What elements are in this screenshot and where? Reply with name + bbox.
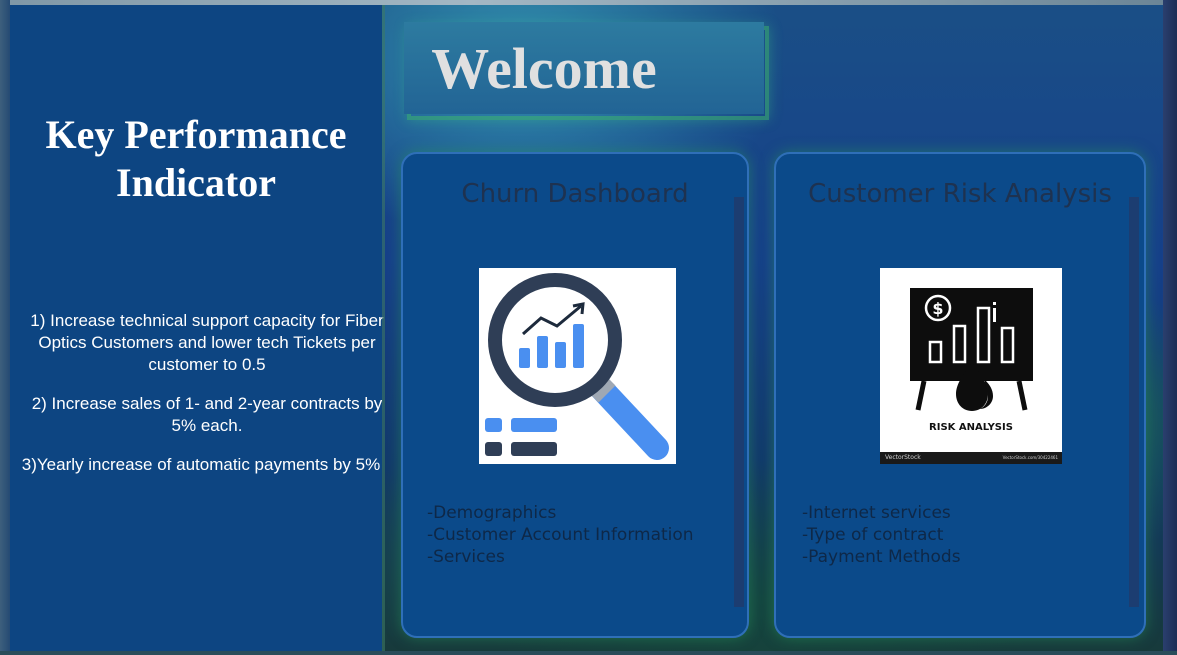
watermark-logo: VectorStock: [885, 454, 921, 461]
list-item: -Services: [427, 547, 505, 567]
risk-analysis-graphic: $ RISK ANALYSIS: [910, 288, 1033, 433]
window-frame-left: [0, 0, 10, 655]
card-feature-list: -Internet services -Type of contract -Pa…: [802, 502, 961, 568]
risk-analysis-board-icon[interactable]: $ RISK ANALYSIS VectorStock VectorStock.…: [880, 268, 1062, 464]
card-title: Customer Risk Analysis: [808, 179, 1112, 209]
svg-text:$: $: [932, 299, 943, 318]
list-item: -Type of contract: [802, 525, 944, 545]
kpi-item-1: 1) Increase technical support capacity f…: [30, 311, 384, 374]
card-edge-shadow: [1129, 197, 1139, 607]
list-item: -Demographics: [427, 503, 557, 523]
panel-divider: [382, 5, 385, 651]
kpi-title-line2: Indicator: [116, 160, 276, 205]
magnifier-chart-graphic: [485, 273, 669, 460]
kpi-title: Key Performance Indicator: [10, 111, 382, 207]
kpi-title-line1: Key Performance: [45, 112, 347, 157]
customer-risk-analysis-card[interactable]: Customer Risk Analysis $ RISK ANALYSIS V…: [774, 152, 1146, 638]
card-edge-shadow: [734, 197, 744, 607]
window-frame-bottom: [0, 651, 1177, 655]
kpi-panel: Key Performance Indicator 1) Increase te…: [10, 5, 384, 651]
watermark-bar: VectorStock VectorStock.com/30422461: [880, 452, 1062, 464]
kpi-item-3: 3)Yearly increase of automatic payments …: [21, 455, 381, 474]
card-title: Churn Dashboard: [461, 179, 689, 209]
kpi-item-2: 2) Increase sales of 1- and 2-year contr…: [31, 394, 383, 435]
list-item: -Internet services: [802, 503, 951, 523]
card-feature-list: -Demographics -Customer Account Informat…: [427, 502, 694, 568]
window-frame-right: [1163, 0, 1177, 655]
welcome-banner: Welcome: [404, 22, 764, 114]
watermark-id: VectorStock.com/30422461: [1002, 455, 1058, 460]
magnifier-chart-icon[interactable]: [479, 268, 676, 464]
churn-dashboard-card[interactable]: Churn Dashboard -Demographics -Customer …: [401, 152, 749, 638]
list-item: -Customer Account Information: [427, 525, 694, 545]
risk-analysis-caption: RISK ANALYSIS: [929, 422, 1013, 433]
list-item: -Payment Methods: [802, 547, 961, 567]
welcome-title: Welcome: [431, 36, 657, 101]
